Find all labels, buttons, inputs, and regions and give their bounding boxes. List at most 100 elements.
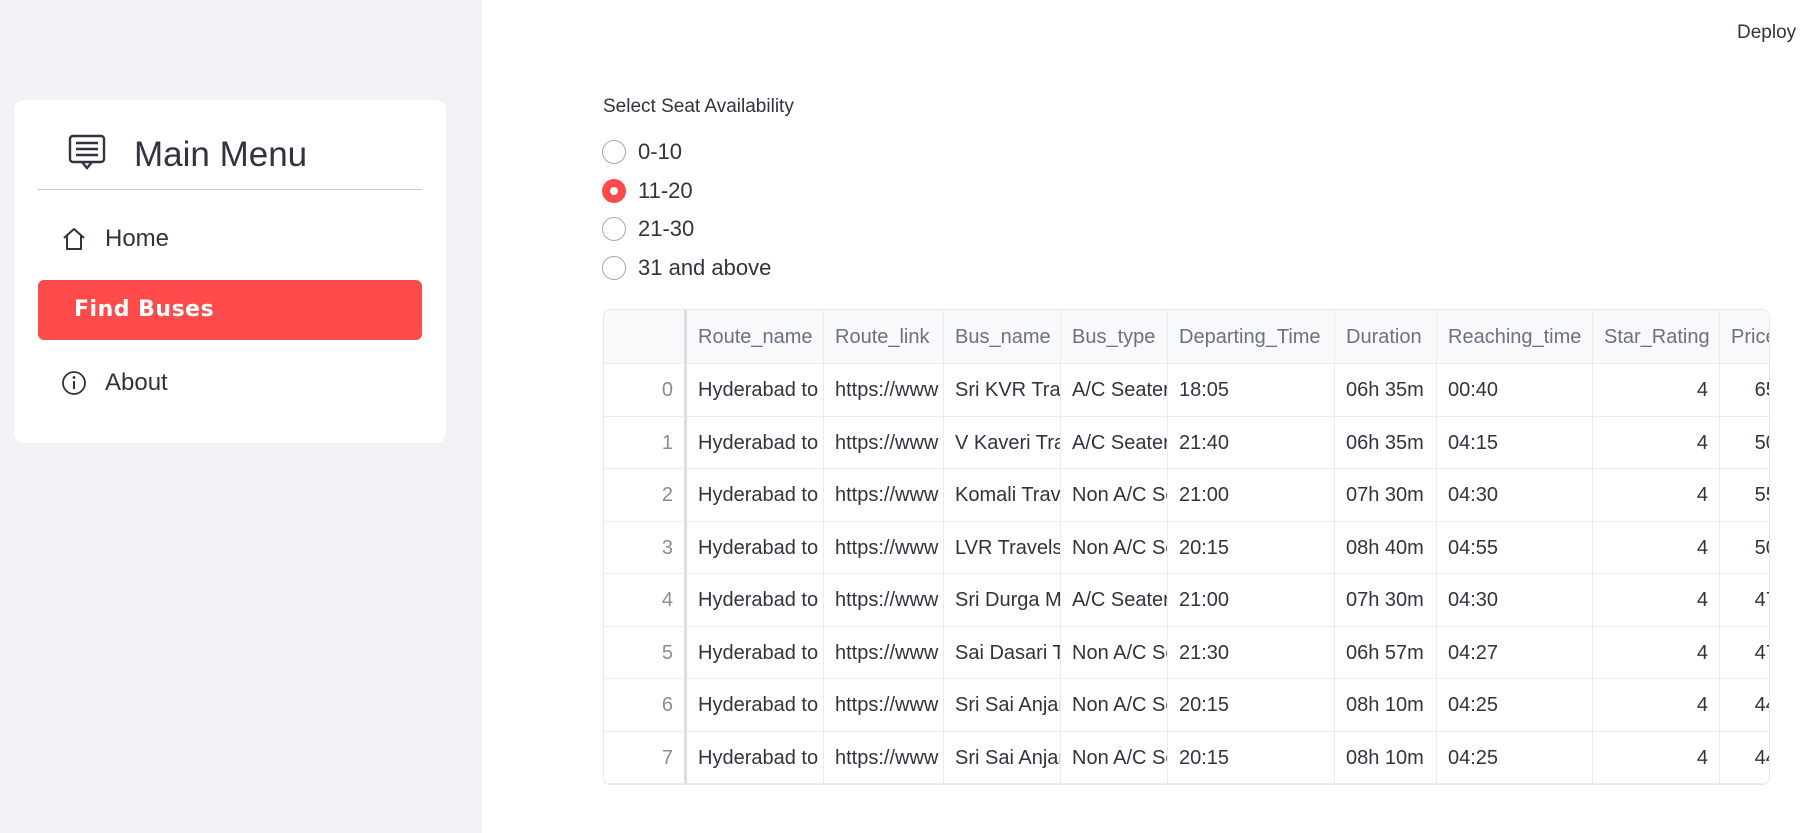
- row-index[interactable]: 5: [604, 626, 687, 679]
- table-cell[interactable]: Non A/C Seater: [1061, 731, 1168, 784]
- table-cell[interactable]: Hyderabad to Vijayawada: [687, 416, 824, 469]
- table-cell[interactable]: 4: [1593, 521, 1720, 574]
- table-cell[interactable]: https://www: [824, 521, 944, 574]
- table-cell[interactable]: Hyderabad to Vijayawada: [687, 679, 824, 732]
- table-cell[interactable]: 04:30: [1437, 469, 1593, 522]
- table-cell[interactable]: 21:40: [1168, 416, 1335, 469]
- table-cell[interactable]: Hyderabad to Vijayawada: [687, 364, 824, 417]
- row-index[interactable]: 7: [604, 731, 687, 784]
- radio-circle[interactable]: [602, 140, 626, 164]
- table-cell[interactable]: https://www: [824, 416, 944, 469]
- table-cell[interactable]: Non A/C Seater: [1061, 469, 1168, 522]
- row-index[interactable]: 1: [604, 416, 687, 469]
- table-cell[interactable]: Sri Sai Anjaneya: [944, 731, 1061, 784]
- table-cell[interactable]: LVR Travels: [944, 521, 1061, 574]
- sidebar-item-find-buses[interactable]: Find Buses: [38, 280, 422, 340]
- column-header-departing-time[interactable]: Departing_Time: [1168, 310, 1335, 364]
- table-cell[interactable]: A/C Seater: [1061, 574, 1168, 627]
- table-cell[interactable]: 20:15: [1168, 679, 1335, 732]
- table-cell[interactable]: 07h 30m: [1335, 574, 1437, 627]
- table-cell[interactable]: Non A/C Seater: [1061, 626, 1168, 679]
- table-cell[interactable]: https://www: [824, 626, 944, 679]
- row-index[interactable]: 2: [604, 469, 687, 522]
- table-cell[interactable]: 04:55: [1437, 521, 1593, 574]
- table-cell[interactable]: 4: [1593, 679, 1720, 732]
- sidebar-item-home[interactable]: Home: [38, 209, 422, 269]
- table-cell[interactable]: 500: [1720, 522, 1769, 574]
- table-cell[interactable]: 4: [1593, 416, 1720, 469]
- table-cell[interactable]: 08h 10m: [1335, 679, 1437, 732]
- table-cell[interactable]: Hyderabad to Vijayawada: [687, 626, 824, 679]
- table-cell[interactable]: 4: [1593, 574, 1720, 627]
- table-cell[interactable]: 04:30: [1437, 574, 1593, 627]
- table-cell[interactable]: 21:30: [1168, 626, 1335, 679]
- radio-circle[interactable]: [602, 217, 626, 241]
- column-header-duration[interactable]: Duration: [1335, 310, 1437, 364]
- row-index[interactable]: 4: [604, 574, 687, 627]
- table-cell[interactable]: 06h 35m: [1335, 364, 1437, 417]
- table-cell[interactable]: 550: [1720, 469, 1769, 522]
- table-cell[interactable]: Komali Travels: [944, 469, 1061, 522]
- table-cell[interactable]: 04:25: [1437, 679, 1593, 732]
- table-cell[interactable]: 650: [1720, 364, 1769, 417]
- row-index[interactable]: 3: [604, 521, 687, 574]
- table-cell[interactable]: Non A/C Seater: [1061, 521, 1168, 574]
- table-cell[interactable]: 20:15: [1168, 731, 1335, 784]
- table-cell[interactable]: 500: [1720, 417, 1769, 469]
- table-cell[interactable]: https://www: [824, 731, 944, 784]
- table-cell[interactable]: Hyderabad to Vijayawada: [687, 521, 824, 574]
- table-cell[interactable]: 00:40: [1437, 364, 1593, 417]
- table-cell[interactable]: 04:27: [1437, 626, 1593, 679]
- column-header-star-rating[interactable]: Star_Rating: [1593, 310, 1720, 364]
- table-cell[interactable]: https://www: [824, 574, 944, 627]
- table-cell[interactable]: Sri Durga Malleswari: [944, 574, 1061, 627]
- data-grid: Route_name Route_link Bus_name Bus_type Depa…: [604, 310, 1769, 784]
- table-cell[interactable]: 440: [1720, 732, 1769, 784]
- table-cell[interactable]: 4: [1593, 364, 1720, 417]
- table-cell[interactable]: 08h 10m: [1335, 731, 1437, 784]
- row-index[interactable]: 0: [604, 364, 687, 417]
- table-cell[interactable]: Sri KVR Travels: [944, 364, 1061, 417]
- table-cell[interactable]: https://www: [824, 679, 944, 732]
- table-cell[interactable]: Sri Sai Anjaneya: [944, 679, 1061, 732]
- table-cell[interactable]: 470: [1720, 574, 1769, 627]
- table-cell[interactable]: 20:15: [1168, 521, 1335, 574]
- table-cell[interactable]: https://www: [824, 469, 944, 522]
- table-cell[interactable]: 4: [1593, 469, 1720, 522]
- table-cell[interactable]: 4: [1593, 731, 1720, 784]
- row-index[interactable]: 6: [604, 679, 687, 732]
- table-cell[interactable]: Sai Dasari Travels: [944, 626, 1061, 679]
- table-cell[interactable]: 440: [1720, 679, 1769, 732]
- table-cell[interactable]: V Kaveri Travels: [944, 416, 1061, 469]
- table-cell[interactable]: Hyderabad to Vijayawada: [687, 731, 824, 784]
- column-header-price[interactable]: Price: [1720, 310, 1769, 364]
- table-cell[interactable]: Hyderabad to Vijayawada: [687, 469, 824, 522]
- table-cell[interactable]: 04:15: [1437, 416, 1593, 469]
- table-cell[interactable]: A/C Seater: [1061, 416, 1168, 469]
- column-header-route-link[interactable]: Route_link: [824, 310, 944, 364]
- column-header-route-name[interactable]: Route_name: [687, 310, 824, 364]
- deploy-button[interactable]: Deploy: [1737, 22, 1796, 44]
- table-cell[interactable]: Non A/C Seater: [1061, 679, 1168, 732]
- table-cell[interactable]: 04:25: [1437, 731, 1593, 784]
- column-header-bus-type[interactable]: Bus_type: [1061, 310, 1168, 364]
- table-cell[interactable]: 06h 57m: [1335, 626, 1437, 679]
- table-cell[interactable]: 470: [1720, 627, 1769, 679]
- column-header-bus-name[interactable]: Bus_name: [944, 310, 1061, 364]
- table-cell[interactable]: 07h 30m: [1335, 469, 1437, 522]
- column-header-reaching-time[interactable]: Reaching_time: [1437, 310, 1593, 364]
- sidebar-item-about[interactable]: About: [38, 353, 422, 413]
- radio-circle[interactable]: [602, 179, 626, 203]
- table-cell[interactable]: 21:00: [1168, 469, 1335, 522]
- table-cell[interactable]: https://www: [824, 364, 944, 417]
- table-cell[interactable]: 08h 40m: [1335, 521, 1437, 574]
- table-cell[interactable]: 06h 35m: [1335, 416, 1437, 469]
- table-cell[interactable]: 4: [1593, 626, 1720, 679]
- table-cell[interactable]: 21:00: [1168, 574, 1335, 627]
- radio-circle[interactable]: [602, 256, 626, 280]
- bus-data-table[interactable]: Route_name Route_link Bus_name Bus_type Depa…: [603, 309, 1770, 785]
- table-cell[interactable]: A/C Seater: [1061, 364, 1168, 417]
- index-header[interactable]: [604, 310, 687, 364]
- table-cell[interactable]: 18:05: [1168, 364, 1335, 417]
- table-cell[interactable]: Hyderabad to Vijayawada: [687, 574, 824, 627]
